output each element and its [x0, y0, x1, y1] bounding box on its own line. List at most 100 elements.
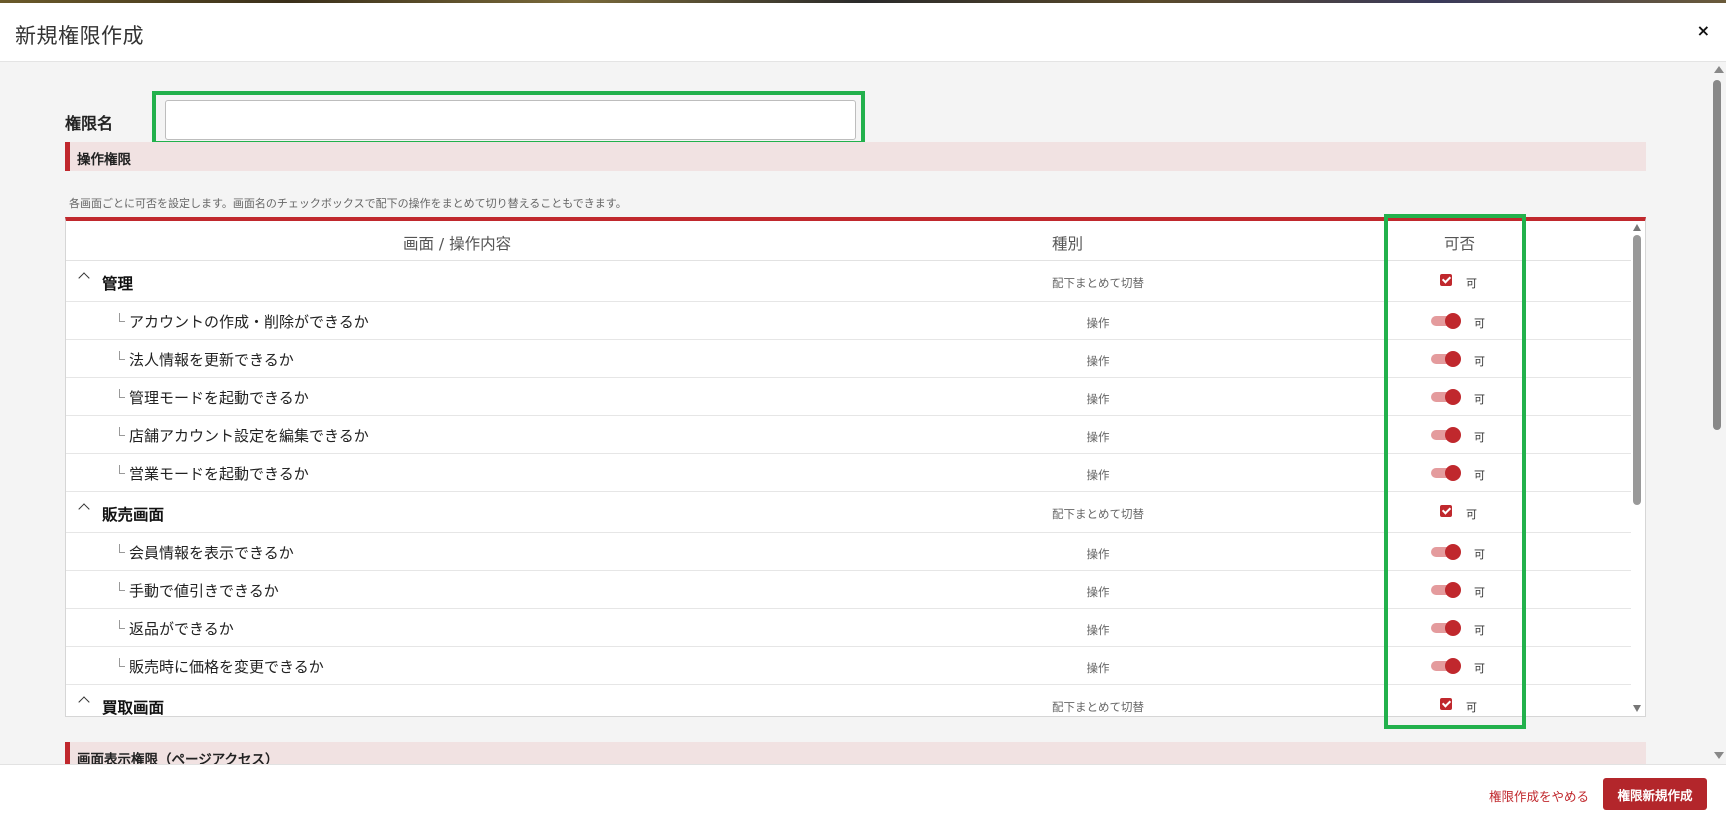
table-scrollbar[interactable]	[1630, 221, 1645, 716]
table-scroll-down-icon[interactable]	[1633, 705, 1641, 712]
page-scroll-thumb[interactable]	[1713, 80, 1721, 430]
allow-label: 可	[1466, 508, 1477, 521]
toggle-knob	[1445, 313, 1461, 329]
operation-name: 管理モードを起動できるか	[129, 389, 309, 407]
close-icon[interactable]: ×	[1697, 22, 1710, 40]
group-name: 管理	[102, 275, 134, 293]
allow-toggle[interactable]	[1431, 465, 1461, 481]
tree-branch-icon	[119, 313, 125, 322]
page-scroll-up-icon[interactable]	[1714, 66, 1724, 73]
chevron-up-icon[interactable]	[78, 696, 90, 708]
permission-table: 画面 / 操作内容 種別 可否 管理 配下まとめて切替可アカウントの作成・削除がで…	[65, 217, 1646, 717]
allow-label: 可	[1474, 431, 1485, 444]
chevron-up-icon[interactable]	[78, 503, 90, 515]
type-label: 配下まとめて切替	[1052, 507, 1144, 521]
permission-name-label: 権限名	[65, 114, 114, 133]
permission-name-input[interactable]	[165, 100, 856, 140]
tree-branch-icon	[119, 620, 125, 629]
operation-name: アカウントの作成・削除ができるか	[129, 313, 369, 331]
operation-section-header: 操作権限	[65, 142, 1646, 171]
modal-content: 権限名 操作権限 各画面ごとに可否を設定します。画面名のチェックボックスで配下の…	[0, 62, 1710, 764]
allow-toggle[interactable]	[1431, 544, 1461, 560]
allow-toggle[interactable]	[1431, 658, 1461, 674]
operation-section-title: 操作権限	[77, 152, 131, 168]
column-header-allow: 可否	[1444, 235, 1476, 253]
type-label: 操作	[1086, 623, 1110, 637]
page-access-section-header: 画面表示権限（ページアクセス）	[65, 742, 1646, 764]
table-row: 店舗アカウント設定を編集できるか 操作 可	[66, 416, 1631, 454]
group-checkbox[interactable]	[1440, 698, 1452, 710]
operation-name: 販売時に価格を変更できるか	[129, 658, 324, 676]
allow-toggle[interactable]	[1431, 389, 1461, 405]
type-label: 操作	[1086, 547, 1110, 561]
modal-title: 新規権限作成	[15, 24, 144, 48]
tree-branch-icon	[119, 658, 125, 667]
group-name: 販売画面	[102, 506, 165, 524]
operation-name: 営業モードを起動できるか	[129, 465, 309, 483]
allow-toggle[interactable]	[1431, 620, 1461, 636]
operation-name: 法人情報を更新できるか	[129, 351, 294, 369]
allow-label: 可	[1474, 393, 1485, 406]
page-scroll-down-icon[interactable]	[1714, 752, 1724, 759]
toggle-knob	[1445, 544, 1461, 560]
toggle-knob	[1445, 620, 1461, 636]
permission-name-highlight	[152, 91, 865, 145]
operation-name: 返品ができるか	[129, 620, 234, 638]
chevron-up-icon[interactable]	[78, 272, 90, 284]
table-row: 販売時に価格を変更できるか 操作 可	[66, 647, 1631, 685]
create-permission-button[interactable]: 権限新規作成	[1603, 778, 1707, 810]
allow-label: 可	[1474, 317, 1485, 330]
operation-name: 店舗アカウント設定を編集できるか	[129, 427, 369, 445]
type-label: 操作	[1086, 585, 1110, 599]
table-row: 法人情報を更新できるか 操作 可	[66, 340, 1631, 378]
tree-branch-icon	[119, 582, 125, 591]
allow-toggle[interactable]	[1431, 313, 1461, 329]
operation-name: 手動で値引きできるか	[129, 582, 279, 600]
allow-label: 可	[1474, 586, 1485, 599]
allow-label: 可	[1474, 662, 1485, 675]
permission-table-body[interactable]: 画面 / 操作内容 種別 可否 管理 配下まとめて切替可アカウントの作成・削除がで…	[66, 221, 1631, 717]
page-access-section-title: 画面表示権限（ページアクセス）	[77, 752, 279, 764]
column-header-type: 種別	[1052, 235, 1084, 253]
type-label: 配下まとめて切替	[1052, 276, 1144, 290]
group-checkbox[interactable]	[1440, 274, 1452, 286]
allow-label: 可	[1474, 624, 1485, 637]
allow-label: 可	[1466, 701, 1477, 714]
table-row: 返品ができるか 操作 可	[66, 609, 1631, 647]
table-scroll-up-icon[interactable]	[1633, 224, 1641, 231]
allow-label: 可	[1466, 277, 1477, 290]
column-header-screen: 画面 / 操作内容	[403, 235, 512, 253]
table-row: 会員情報を表示できるか 操作 可	[66, 533, 1631, 571]
operation-helper-text: 各画面ごとに可否を設定します。画面名のチェックボックスで配下の操作をまとめて切り…	[69, 197, 627, 210]
type-label: 操作	[1086, 392, 1110, 406]
operation-name: 会員情報を表示できるか	[129, 544, 294, 562]
group-row[interactable]: 買取画面 配下まとめて切替 可	[66, 685, 1631, 717]
toggle-knob	[1445, 389, 1461, 405]
group-name: 買取画面	[102, 699, 165, 717]
modal-header: 新規権限作成 ×	[0, 3, 1726, 62]
tree-branch-icon	[119, 351, 125, 360]
group-checkbox[interactable]	[1440, 505, 1452, 517]
group-row[interactable]: 管理 配下まとめて切替 可	[66, 261, 1631, 302]
type-label: 操作	[1086, 430, 1110, 444]
type-label: 操作	[1086, 354, 1110, 368]
allow-toggle[interactable]	[1431, 427, 1461, 443]
toggle-knob	[1445, 582, 1461, 598]
allow-toggle[interactable]	[1431, 582, 1461, 598]
tree-branch-icon	[119, 427, 125, 436]
modal-footer: 権限作成をやめる 権限新規作成	[0, 764, 1726, 823]
allow-label: 可	[1474, 469, 1485, 482]
table-row: 営業モードを起動できるか 操作 可	[66, 454, 1631, 492]
group-row[interactable]: 販売画面 配下まとめて切替 可	[66, 492, 1631, 533]
tree-branch-icon	[119, 544, 125, 553]
allow-toggle[interactable]	[1431, 351, 1461, 367]
table-scroll-thumb[interactable]	[1633, 235, 1641, 505]
page-scrollbar[interactable]	[1710, 62, 1726, 764]
tree-branch-icon	[119, 465, 125, 474]
cancel-create-link[interactable]: 権限作成をやめる	[1489, 786, 1589, 805]
tree-branch-icon	[119, 389, 125, 398]
type-label: 操作	[1086, 316, 1110, 330]
toggle-knob	[1445, 658, 1461, 674]
allow-label: 可	[1474, 355, 1485, 368]
type-label: 操作	[1086, 468, 1110, 482]
